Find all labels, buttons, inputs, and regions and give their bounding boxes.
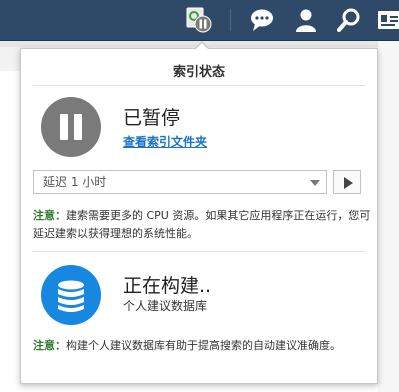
- top-toolbar: [0, 0, 399, 41]
- database-note-text: 构建个人建议数据库有助于提高搜索的自动建议准确度。: [66, 339, 341, 352]
- delay-select-value: 延迟 1 小时: [43, 175, 107, 189]
- view-index-folder-link[interactable]: 查看索引文件夹: [123, 133, 207, 150]
- toolbar-separator: [230, 9, 231, 31]
- index-note-text: 建索需要更多的 CPU 资源。如果其它应用程序正在运行，您可延迟建索以获得理想的…: [33, 209, 371, 240]
- pause-icon: [41, 97, 101, 157]
- chevron-down-icon: [310, 180, 320, 186]
- database-note-label: 注意：: [33, 339, 66, 352]
- delay-select[interactable]: 延迟 1 小时: [33, 170, 327, 194]
- index-status-popup: 索引状态 已暂停 查看索引文件夹 延迟 1 小时 注意：建索需要更多的 CPU …: [20, 48, 378, 384]
- index-status-text: 已暂停: [123, 107, 181, 129]
- database-icon: [41, 265, 101, 325]
- user-icon[interactable]: [294, 8, 318, 32]
- section-divider: [33, 251, 365, 252]
- database-note: 注意：构建个人建议数据库有助于提高搜索的自动建议准确度。: [33, 337, 371, 355]
- popup-title: 索引状态: [172, 65, 225, 80]
- database-status-text: 正在构建..: [123, 275, 212, 297]
- search-icon[interactable]: [337, 8, 361, 32]
- id-card-icon[interactable]: [377, 8, 399, 32]
- background-left: [0, 71, 20, 392]
- play-icon[interactable]: [333, 170, 361, 194]
- background-right: [378, 41, 399, 392]
- title-divider: [33, 85, 365, 86]
- database-subtitle: 个人建议数据库: [123, 299, 208, 313]
- chat-icon[interactable]: [250, 8, 274, 32]
- index-note: 注意：建索需要更多的 CPU 资源。如果其它应用程序正在运行，您可延迟建索以获得…: [33, 207, 371, 243]
- index-note-label: 注意：: [33, 209, 66, 222]
- index-status-icon[interactable]: [186, 7, 212, 33]
- popup-arrow-inner: [195, 43, 209, 50]
